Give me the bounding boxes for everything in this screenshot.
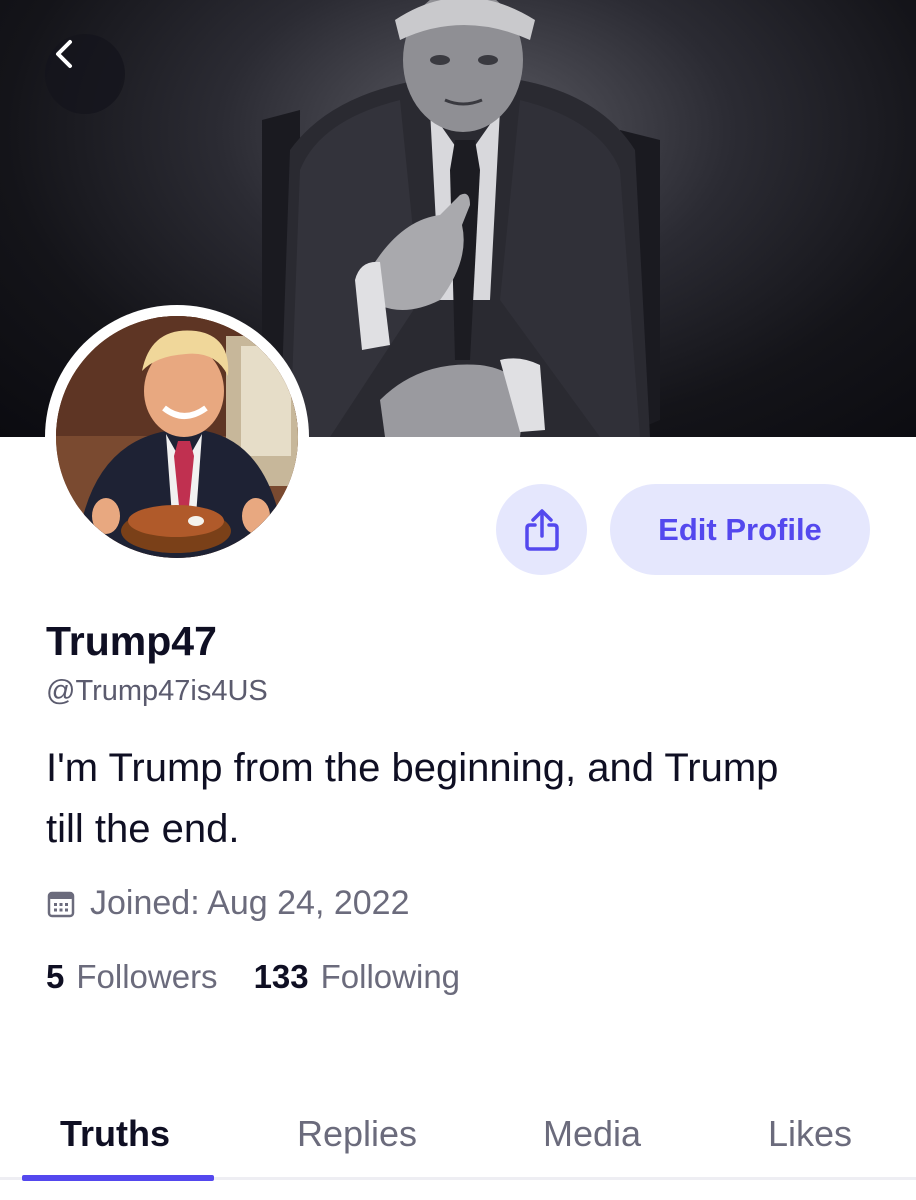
- following-count[interactable]: 133: [254, 958, 309, 996]
- edit-profile-button[interactable]: Edit Profile: [610, 484, 870, 575]
- profile-tabs: Truths Replies Media Likes: [0, 1105, 916, 1200]
- follow-stats: 5 Followers 133 Following: [46, 958, 496, 996]
- profile-page: Edit Profile Trump47 @Trump47is4US I'm T…: [0, 0, 916, 1200]
- calendar-icon: [47, 891, 75, 917]
- joined-text: Joined: Aug 24, 2022: [90, 884, 410, 922]
- followers-label[interactable]: Followers: [76, 958, 217, 996]
- display-name: Trump47: [46, 618, 217, 664]
- tab-replies[interactable]: Replies: [297, 1113, 417, 1155]
- share-button[interactable]: [496, 484, 587, 575]
- profile-bio: I'm Trump from the beginning, and Trump …: [46, 746, 779, 851]
- followers-count[interactable]: 5: [46, 958, 64, 996]
- joined-date: Joined: Aug 24, 2022: [46, 884, 410, 923]
- avatar[interactable]: [45, 305, 309, 569]
- tab-likes[interactable]: Likes: [768, 1113, 852, 1155]
- following-label[interactable]: Following: [321, 958, 460, 996]
- user-handle: @Trump47is4US: [46, 675, 268, 707]
- chevron-left-icon: [56, 40, 72, 68]
- back-button[interactable]: [45, 34, 125, 114]
- tab-media[interactable]: Media: [543, 1113, 641, 1155]
- active-tab-indicator: [22, 1175, 214, 1181]
- share-icon: [524, 508, 559, 551]
- tab-truths[interactable]: Truths: [60, 1113, 170, 1155]
- avatar-photo: [56, 316, 298, 558]
